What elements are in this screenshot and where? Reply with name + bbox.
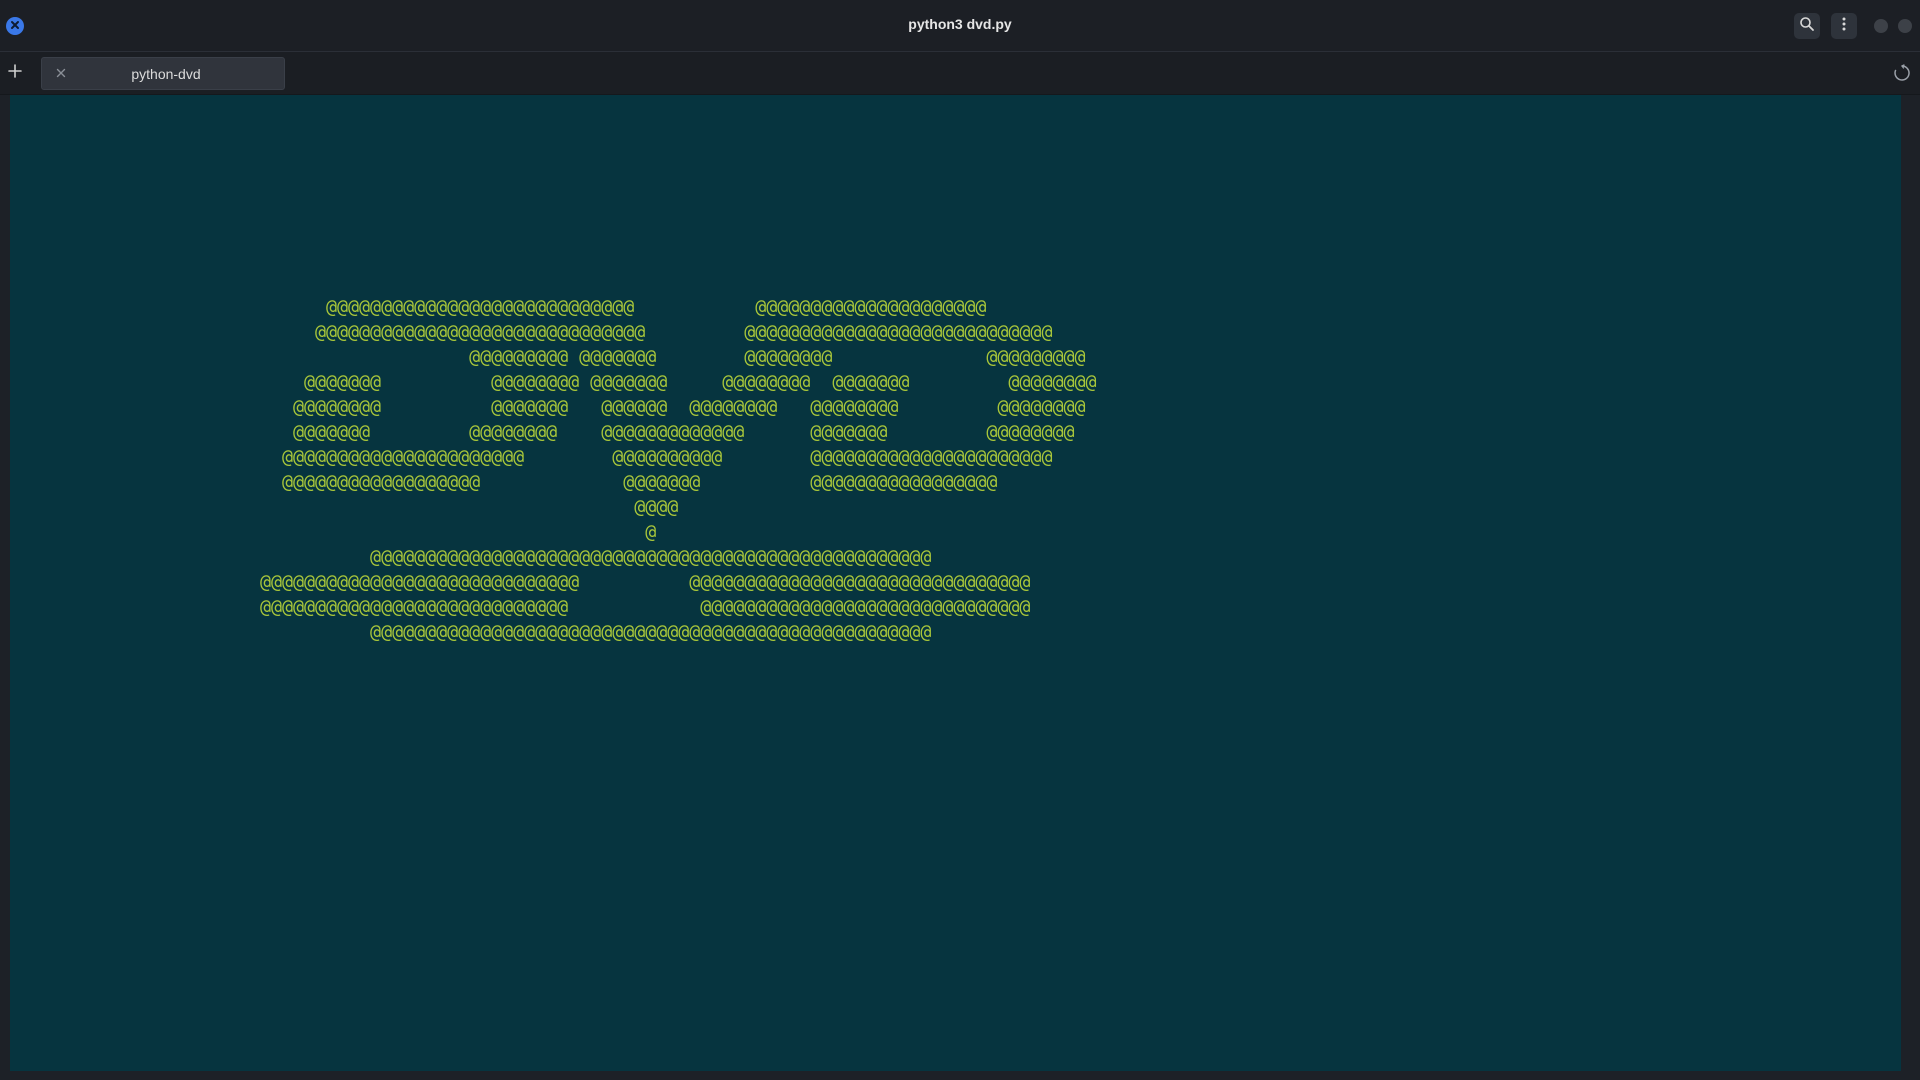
minimize-button[interactable] [1874,19,1888,33]
tab-python-dvd[interactable]: python-dvd [41,57,285,90]
plus-icon [7,63,23,84]
terminal-line: @@@@@@@@@@@@@@@@@@@@@@@@@@@@ @@@@@@@@@@@… [260,297,987,318]
terminal-line: @@@@@@@@@@@@@@@@@@ @@@@@@@ @@@@@@@@@@@@@… [260,472,998,493]
terminal-line: @ [260,522,657,543]
terminal-line: @@@@@@@@@@@@@@@@@@@@@@ @@@@@@@@@@ @@@@@@… [260,447,1053,468]
dvd-ascii-art: @@@@@@@@@@@@@@@@@@@@@@@@@@@@ @@@@@@@@@@@… [260,95,1096,645]
tab-label: python-dvd [131,66,201,82]
terminal-output[interactable]: @@@@@@@@@@@@@@@@@@@@@@@@@@@@ @@@@@@@@@@@… [10,95,1901,1071]
kebab-menu-icon [1836,16,1852,37]
terminal-scrollbar[interactable] [1901,95,1920,1071]
activity-spinner-icon [1893,64,1911,82]
terminal-line: @@@@@@@@@@@@@@@@@@@@@@@@@@@@ @@@@@@@@@@@… [260,597,1031,618]
search-button[interactable] [1794,13,1820,39]
new-tab-button[interactable] [4,62,26,84]
terminal-line: @@@@ [260,497,679,518]
window-left-edge [0,95,10,1071]
title-bar: python3 dvd.py [0,0,1920,52]
terminal-line: @@@@@@@@@@@@@@@@@@@@@@@@@@@@@@@@@@@@@@@@… [260,622,932,643]
terminal-line: @@@@@@@@@@@@@@@@@@@@@@@@@@@@@@@@@@@@@@@@… [260,547,932,568]
terminal-line: @@@@@@@ @@@@@@@@ @@@@@@@ @@@@@@@@ @@@@@@… [260,372,1097,393]
terminal-line: @@@@@@@@@@@@@@@@@@@@@@@@@@@@@@ @@@@@@@@@… [260,322,1053,343]
maximize-button[interactable] [1898,19,1912,33]
window-bottom-edge [0,1071,1920,1080]
terminal-line: @@@@@@@@@ @@@@@@@ @@@@@@@@ @@@@@@@@@ [260,347,1086,368]
search-icon [1799,16,1815,37]
main-menu-button[interactable] [1831,13,1857,39]
terminal-line: @@@@@@@@ @@@@@@@ @@@@@@ @@@@@@@@ @@@@@@@… [260,397,1086,418]
window-title: python3 dvd.py [908,16,1012,32]
tab-bar: python-dvd [0,52,1920,95]
terminal-line: @@@@@@@@@@@@@@@@@@@@@@@@@@@@@ @@@@@@@@@@… [260,572,1031,593]
terminal-line: @@@@@@@ @@@@@@@@ @@@@@@@@@@@@@ @@@@@@@ @… [260,422,1075,443]
terminal-window: python3 dvd.py python-dvd @@@@@@@@@@@@@@… [0,0,1920,1080]
